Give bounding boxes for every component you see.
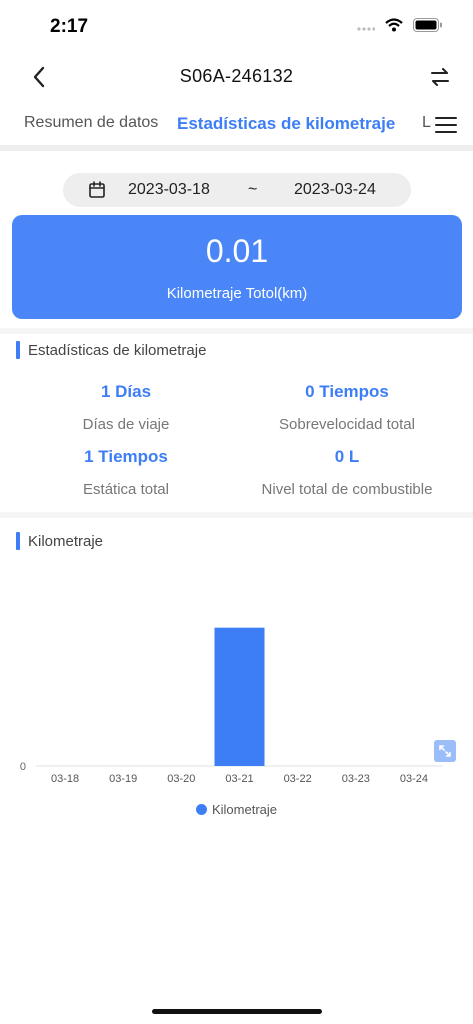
section-separator [0,512,473,518]
section-separator [0,328,473,334]
stat-total-static: 1 Tiempos Estática total [8,447,244,498]
stat-total-fuel: 0 L Nivel total de combustible [229,447,465,498]
date-end: 2023-03-24 [294,181,376,198]
status-icons [357,18,443,32]
date-separator: ~ [248,181,258,198]
tab-mileage-statistics[interactable]: Estadísticas de kilometraje [177,114,395,134]
chart-legend[interactable]: Kilometraje [0,802,473,817]
y-tick-label: 0 [20,761,26,773]
legend-marker [195,804,207,815]
calendar-icon [89,181,105,198]
tab-divider [0,145,473,151]
tab-menu-button[interactable] [431,110,461,140]
mileage-chart: 0 03-18 03-19 03-20 03-21 03-22 03-23 03-24 [0,570,473,830]
stat-label: Estática total [83,481,169,498]
tab-bar: Resumen de datos Estadísticas de kilomet… [0,104,473,144]
x-tick-label: 03-20 [167,773,195,785]
x-tick-label: 03-19 [109,773,137,785]
mileage-chart-svg: 0 03-18 03-19 03-20 03-21 03-22 03-23 03-24 [20,627,443,785]
expand-chart-button[interactable] [434,740,456,762]
stats-section-header: Estadísticas de kilometraje [16,341,206,359]
stat-total-overspeed: 0 Tiempos Sobrevelocidad total [229,382,465,433]
nav-bar: S06A-246132 [0,54,473,100]
total-mileage-value: 0.01 [205,233,269,269]
x-tick-label: 03-18 [51,773,79,785]
chart-section-header: Kilometraje [16,532,103,550]
stat-value: 0 Tiempos [305,382,389,401]
battery-icon [413,18,442,32]
status-bar: 2:17 [0,0,473,54]
stat-travel-days: 1 Días Días de viaje [8,382,244,433]
date-start: 2023-03-18 [128,181,210,198]
x-tick-label: 03-21 [225,773,253,785]
chart-bar[interactable] [214,627,265,766]
swap-icon [431,68,449,86]
section-accent-bar [16,532,20,550]
stat-value: 0 L [334,447,360,466]
signal-icon [357,27,375,31]
stats-section-title: Estadísticas de kilometraje [28,341,207,359]
tab-next[interactable]: L [422,114,431,132]
stat-label: Sobrevelocidad total [279,416,415,433]
stat-value: 1 Días [100,382,152,401]
stat-label: Días de viaje [82,416,170,433]
x-tick-label: 03-24 [400,773,428,785]
tab-data-summary[interactable]: Resumen de datos [24,114,158,132]
section-accent-bar [16,341,20,359]
wifi-icon [385,18,403,32]
x-tick-label: 03-22 [284,773,312,785]
expand-icon [439,745,451,757]
status-time: 2:17 [50,16,89,37]
date-range-picker[interactable]: 2023-03-18 ~ 2023-03-24 [63,173,411,207]
total-mileage-label: Kilometraje Totol(km) [166,285,308,302]
switch-device-button[interactable] [425,62,455,92]
total-mileage-card: 0.01 Kilometraje Totol(km) [12,215,462,319]
home-indicator [152,1009,322,1014]
stat-value: 1 Tiempos [84,447,168,466]
page-title: S06A-246132 [179,66,294,86]
legend-label: Kilometraje [211,802,278,817]
chart-section-title: Kilometraje [28,532,104,550]
stat-label: Nivel total de combustible [261,481,433,498]
menu-icon [435,117,457,133]
x-tick-label: 03-23 [342,773,370,785]
